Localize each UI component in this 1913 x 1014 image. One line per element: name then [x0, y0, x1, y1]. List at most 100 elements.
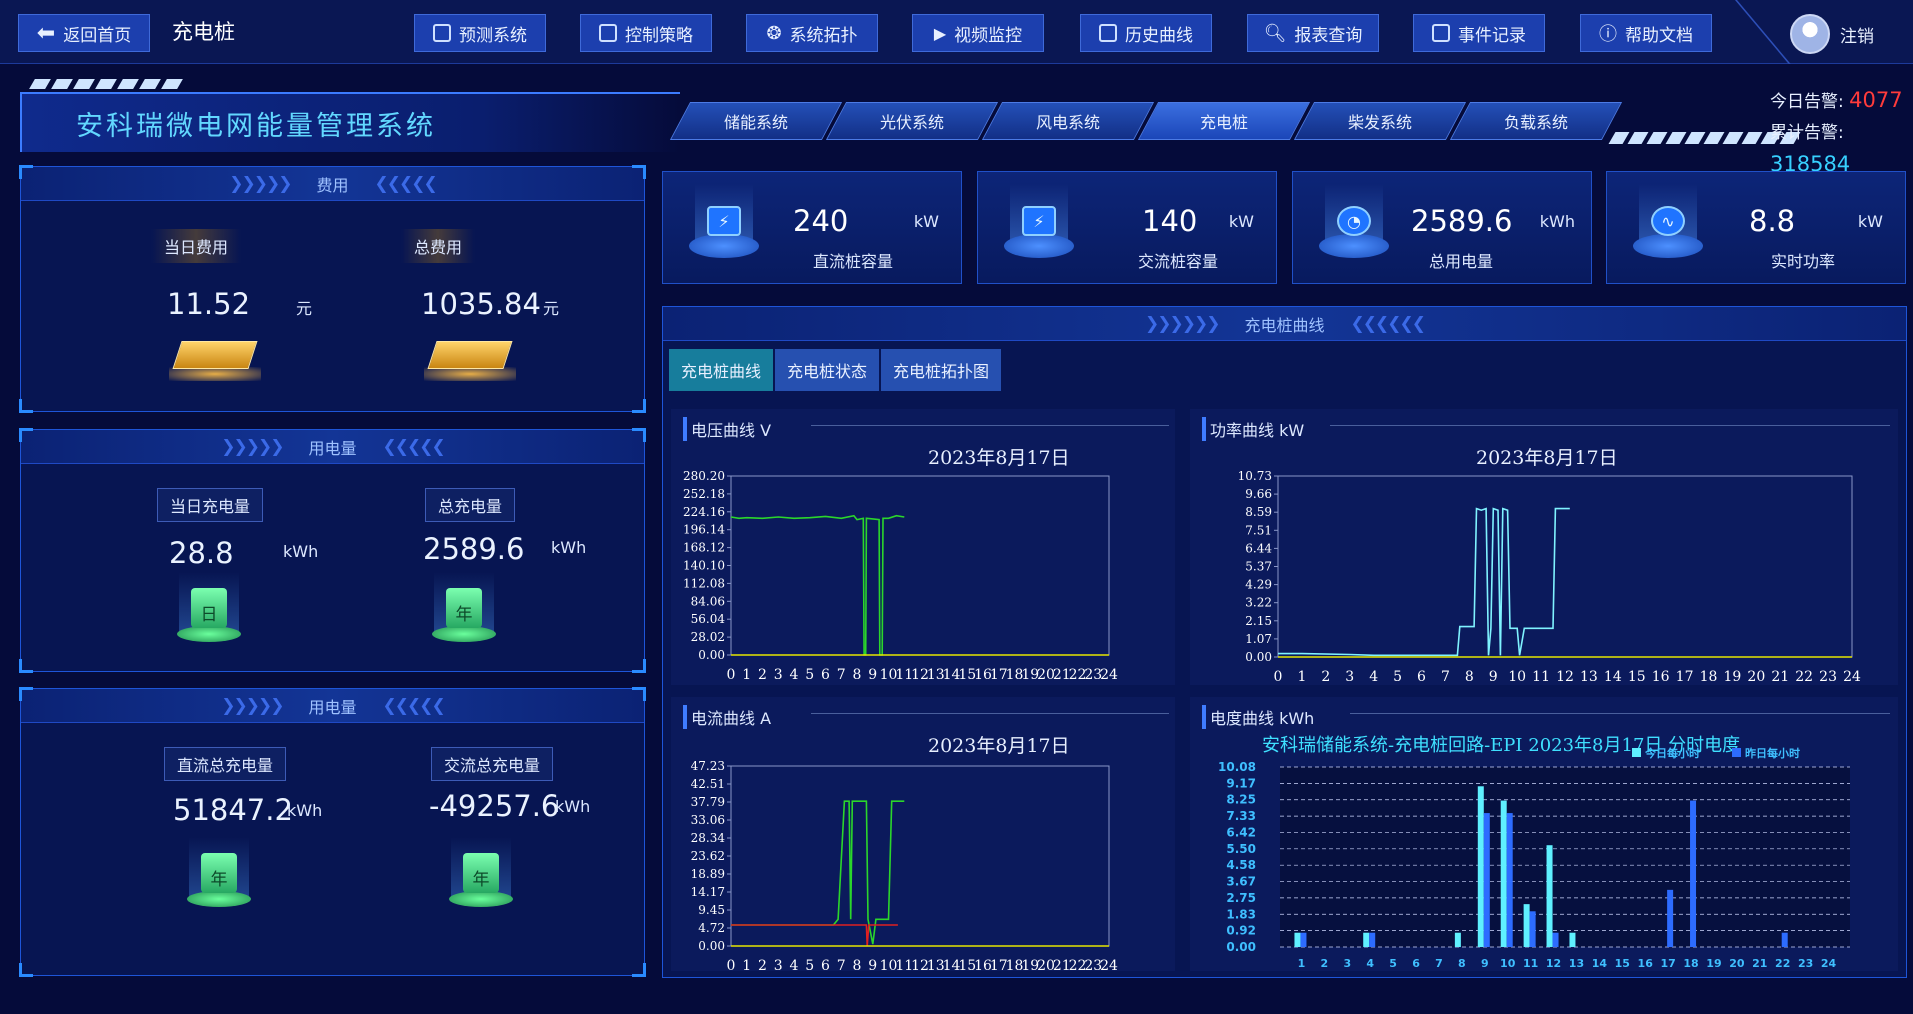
subtab-charger[interactable]: 充电桩 [1137, 102, 1311, 140]
y-tick-label: 4.29 [1245, 578, 1272, 592]
chevrons-right-icon: ❯❯❯❯❯❯ [1145, 313, 1220, 334]
meter-icon: ◔ [1337, 206, 1371, 236]
back-arrow-icon: ⬅ [36, 20, 56, 46]
y-tick-label: 4.72 [698, 921, 725, 935]
x-tick-label: 2 [758, 958, 767, 971]
y-tick-label: 37.79 [691, 795, 725, 809]
series-line [1278, 507, 1570, 657]
y-tick-label: 28.02 [691, 630, 725, 644]
total-fee-value: 1035.84 [421, 287, 541, 321]
power-chart-svg: 10.73 9.66 8.59 7.51 6.44 5.37 4.29 3.22 2.15 1.0… [1238, 469, 1861, 685]
panel-title: 费用 [316, 175, 349, 195]
nav-button-report[interactable]: 🔍︎ 报表查询 [1247, 14, 1379, 52]
x-tick-label: 2 [758, 667, 767, 683]
back-home-button[interactable]: ⬅ 返回首页 [18, 14, 150, 52]
nav-button-control[interactable]: 控制策略 [580, 14, 712, 52]
current-chart-svg: 47.23 42.51 37.79 33.06 28.34 23.62 18.89 14.17… [691, 759, 1118, 971]
panel-header: ❯❯❯❯❯ 费用 ❮❮❮❮❮ [21, 167, 644, 201]
help-icon: ⓘ [1599, 24, 1617, 45]
subtab-diesel[interactable]: 柴发系统 [1293, 102, 1467, 140]
nav-button-events[interactable]: 事件记录 [1413, 14, 1545, 52]
y-tick-label: 0.00 [1226, 940, 1256, 954]
current-chart: 电流曲线 A 2023年8月17日 47.23 42.51 37.79 33.06 28… [671, 697, 1175, 971]
bar [1569, 932, 1576, 947]
dc-total-label: 直流总充电量 [164, 747, 287, 781]
x-tick-label: 22 [1795, 669, 1813, 685]
subtab-storage[interactable]: 储能系统 [669, 102, 843, 140]
forecast-icon [433, 24, 451, 42]
x-tick-label: 3 [774, 667, 783, 683]
x-tick-label: 16 [1638, 957, 1654, 970]
user-area[interactable]: 注销 [1790, 14, 1874, 54]
x-tick-label: 12 [1556, 669, 1574, 685]
nav-button-history[interactable]: 历史曲线 [1080, 14, 1212, 52]
y-tick-label: 280.20 [683, 469, 725, 483]
y-tick-label: 6.42 [1226, 825, 1256, 839]
tab-charger-curve[interactable]: 充电桩曲线 [669, 349, 774, 391]
x-tick-label: 24 [1100, 958, 1118, 971]
avatar[interactable] [1790, 14, 1830, 54]
x-tick-label: 24 [1100, 667, 1118, 683]
x-tick-label: 14 [1604, 669, 1622, 685]
subtab-load[interactable]: 负载系统 [1449, 102, 1623, 140]
dc-charger-icon: ⚡ [707, 206, 741, 236]
ac-total-value: -49257.6 [429, 789, 560, 823]
y-tick-label: 18.89 [691, 867, 725, 881]
bar [1477, 786, 1484, 947]
today-charge-value: 28.8 [169, 536, 234, 570]
chevrons-right-icon: ❯❯❯❯❯ [221, 436, 284, 457]
y-tick-label: 5.50 [1226, 842, 1256, 856]
series-line [730, 514, 905, 656]
kpi-unit: kW [913, 212, 939, 231]
x-tick-label: 0 [1274, 669, 1283, 685]
bar [1523, 904, 1530, 947]
calendar-day-icon: 日 [173, 572, 245, 644]
tab-charger-status[interactable]: 充电桩状态 [775, 349, 880, 391]
subtab-wind[interactable]: 风电系统 [981, 102, 1155, 140]
y-tick-label: 9.17 [1226, 776, 1256, 790]
calendar-year-icon: 年 [445, 837, 517, 909]
nav-button-label: 视频监控 [954, 25, 1023, 46]
kpi-label: 直流桩容量 [813, 252, 894, 271]
alarm-today-value: 4077 [1849, 88, 1903, 112]
bar [1369, 932, 1376, 947]
nav-button-forecast[interactable]: 预测系统 [414, 14, 546, 52]
x-tick-label: 18 [1683, 957, 1698, 970]
nav-button-label: 历史曲线 [1125, 25, 1193, 46]
gold-box-icon [169, 327, 261, 387]
plot-frame [730, 765, 1110, 947]
bar [1300, 932, 1307, 947]
subtab-pv[interactable]: 光伏系统 [825, 102, 999, 140]
nav-button-help[interactable]: ⓘ 帮助文档 [1580, 14, 1712, 52]
x-tick-label: 4 [1366, 957, 1374, 970]
x-tick-label: 4 [790, 667, 799, 683]
x-tick-label: 0 [727, 667, 736, 683]
bar [1781, 932, 1788, 947]
y-tick-label: 42.51 [691, 777, 725, 791]
y-tick-label: 7.51 [1245, 523, 1272, 537]
x-tick-label: 18 [1700, 669, 1718, 685]
alarm-today-label: 今日告警: [1770, 92, 1844, 112]
kpi-dc-capacity: ⚡ 240 kW 直流桩容量 [662, 171, 962, 284]
subtab-label: 风电系统 [1035, 113, 1100, 132]
y-tick-label: 140.10 [683, 559, 725, 573]
tab-charger-topology[interactable]: 充电桩拓扑图 [881, 349, 1002, 391]
nav-button-video[interactable]: ▶ 视频监控 [912, 14, 1044, 52]
x-tick-label: 4 [790, 958, 799, 971]
logout-link[interactable]: 注销 [1840, 22, 1874, 47]
y-tick-label: 28.34 [691, 831, 726, 845]
event-log-icon [1432, 24, 1450, 42]
panel-header: ❯❯❯❯❯ 用电量 ❮❮❮❮❮ [21, 430, 644, 464]
energy-chart-svg: 10.08 9.17 8.25 7.33 6.42 5.50 4.58 3.67 2.75 1.8… [1218, 746, 1850, 970]
today-charge-unit: kWh [283, 542, 319, 561]
x-tick-label: 11 [1532, 669, 1550, 685]
fee-panel: ❯❯❯❯❯ 费用 ❮❮❮❮❮ 当日费用 11.52 元 总费用 1035.84 … [19, 165, 646, 413]
bar [1500, 800, 1507, 947]
nav-button-topology[interactable]: ❂ 系统拓扑 [746, 14, 878, 52]
bar [1454, 932, 1461, 947]
today-fee-value: 11.52 [167, 287, 251, 321]
today-charge-label: 当日充电量 [157, 488, 264, 522]
x-tick-label: 4 [1369, 669, 1378, 685]
dc-total-value: 51847.2 [173, 793, 293, 827]
x-tick-label: 9 [868, 958, 877, 971]
